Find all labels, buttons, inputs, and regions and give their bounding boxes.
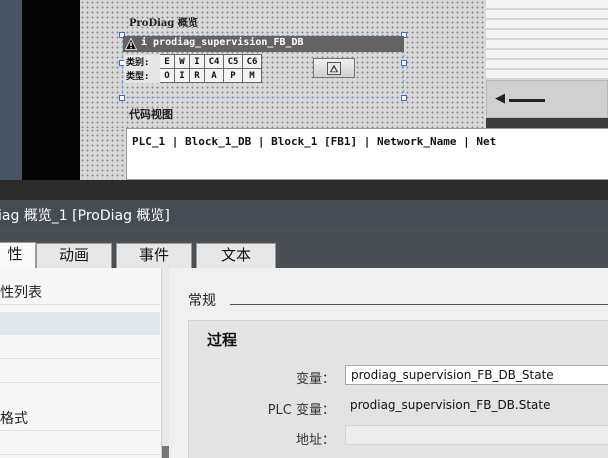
- category-cell: C6: [242, 54, 262, 69]
- nav-item[interactable]: [0, 432, 160, 455]
- left-toolbar-strip: [0, 0, 22, 180]
- tab-properties[interactable]: 性: [0, 242, 36, 269]
- nav-item[interactable]: [0, 360, 160, 383]
- screen-editor: ◀ ProDiag 概览 i prodiag_supervision_FB_DB…: [0, 0, 608, 180]
- plc-variable-label: PLC 变量：: [267, 403, 335, 418]
- prodiag-overview-widget[interactable]: i prodiag_supervision_FB_DB 类别: E W I C4…: [123, 36, 404, 96]
- category-cell: W: [174, 54, 190, 69]
- type-cell: P: [223, 68, 243, 83]
- category-cell: I: [189, 54, 205, 69]
- prodiag-jump-button[interactable]: [313, 58, 355, 78]
- property-nav-list: 性列表 格式: [0, 268, 169, 458]
- code-view-title: 代码视图: [129, 108, 173, 121]
- tab-events[interactable]: 事件: [116, 243, 192, 268]
- warning-icon: [125, 38, 137, 50]
- type-row-label: 类型:: [123, 68, 160, 83]
- variable-label: 变量：: [295, 372, 335, 387]
- nav-item-property-list[interactable]: 性列表: [0, 282, 160, 305]
- code-view-path: PLC_1 | Block_1_DB | Block_1 [FB1] | Net…: [132, 135, 497, 148]
- variable-input[interactable]: prodiag_supervision_FB_DB_State: [345, 365, 608, 385]
- type-cell: O: [159, 68, 175, 83]
- jump-to-alarm-icon: [327, 62, 341, 75]
- panel-splitter[interactable]: [0, 180, 608, 200]
- category-cell: C4: [204, 54, 224, 69]
- type-cell: R: [189, 68, 205, 83]
- list-widget-preview: [486, 0, 608, 80]
- scroll-widget: ◀: [486, 80, 608, 118]
- property-content: 常规 过程 变量： prodiag_supervision_FB_DB_Stat…: [170, 268, 608, 458]
- tia-portal-window: ◀ ProDiag 概览 i prodiag_supervision_FB_DB…: [0, 0, 608, 458]
- section-general-label: 常规: [188, 293, 216, 309]
- nav-item-general[interactable]: [0, 312, 160, 335]
- nav-item-format[interactable]: 格式: [0, 408, 160, 431]
- prodiag-widget-header: i prodiag_supervision_FB_DB: [123, 36, 404, 52]
- nav-scrollbar[interactable]: [161, 268, 169, 458]
- inspector-title-bar: iag 概览_1 [ProDiag 概览]: [0, 200, 608, 228]
- nav-scrollbar-thumb[interactable]: [162, 446, 169, 458]
- address-label: 地址：: [295, 433, 335, 448]
- scroll-line: [509, 99, 545, 102]
- nav-item[interactable]: [0, 336, 160, 359]
- inspector-body: 性列表 格式 常规 过程 变量： prodiag_supervision_FB_…: [0, 268, 608, 458]
- type-cell: M: [242, 68, 262, 83]
- process-group: 过程 变量： prodiag_supervision_FB_DB_State P…: [188, 320, 608, 458]
- screen-border: [22, 0, 80, 180]
- category-cell: C5: [223, 54, 243, 69]
- address-field: [345, 425, 608, 445]
- process-group-title: 过程: [207, 331, 238, 349]
- tab-animations[interactable]: 动画: [36, 243, 112, 268]
- inspector-title: iag 概览_1 [ProDiag 概览]: [0, 208, 170, 224]
- overview-title: ProDiag 概览: [129, 18, 198, 29]
- plc-variable-value: prodiag_supervision_FB_DB.State: [350, 398, 551, 412]
- type-cell: A: [204, 68, 224, 83]
- tab-texts[interactable]: 文本: [196, 243, 276, 268]
- prodiag-supervision-name: i prodiag_supervision_FB_DB: [141, 37, 304, 48]
- type-cell: I: [174, 68, 190, 83]
- section-divider: [230, 304, 608, 305]
- category-row-label: 类别:: [123, 54, 160, 69]
- category-cell: E: [159, 54, 175, 69]
- prodiag-category-table: 类别: E W I C4 C5 C6 类型: O I R A P M: [123, 54, 262, 83]
- arrow-left-icon: ◀: [495, 91, 505, 106]
- code-view-widget[interactable]: PLC_1 | Block_1_DB | Block_1 [FB1] | Net…: [126, 128, 608, 180]
